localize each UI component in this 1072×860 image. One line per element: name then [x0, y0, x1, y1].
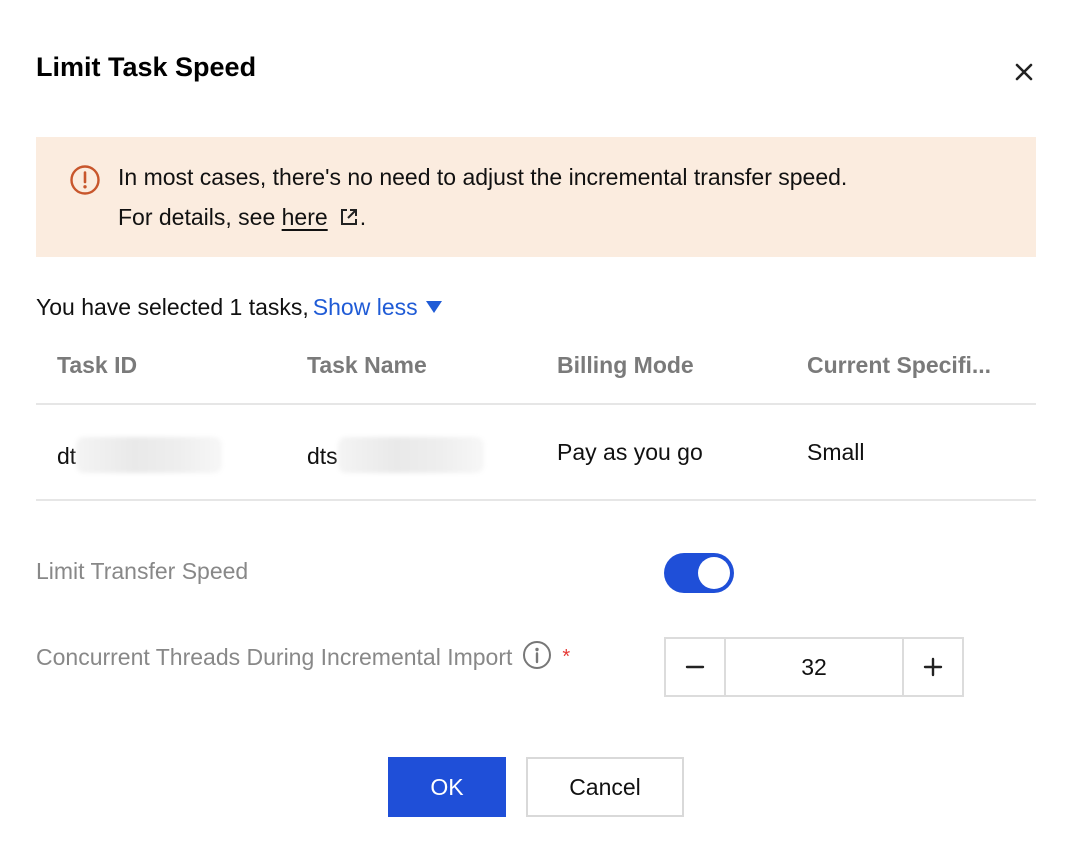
column-header-task-id: Task ID: [57, 352, 138, 378]
task-name-value: dts: [307, 443, 338, 469]
concurrent-threads-label: Concurrent Threads During Incremental Im…: [36, 644, 513, 670]
limit-task-speed-dialog: Limit Task Speed In most cases, there's …: [0, 0, 1072, 860]
column-header-current-specification: Current Specifi...: [807, 352, 992, 378]
alert-details: For details, see here.: [118, 202, 366, 232]
decrement-button[interactable]: [666, 639, 726, 695]
required-mark: *: [562, 646, 571, 668]
redacted-task-id: [76, 437, 223, 473]
show-less-link[interactable]: Show less: [313, 294, 418, 320]
increment-button[interactable]: [902, 639, 962, 695]
dialog-title: Limit Task Speed: [36, 52, 257, 82]
task-id-value: dt: [57, 443, 77, 469]
selection-summary: You have selected 1 tasks,: [36, 294, 309, 320]
specification-cell: Small: [807, 439, 865, 465]
table-header-divider: [36, 403, 1036, 405]
alert-details-prefix: For details, see: [118, 204, 282, 230]
concurrent-threads-stepper: [664, 637, 964, 697]
billing-mode-cell: Pay as you go: [557, 439, 703, 465]
external-link-icon[interactable]: [338, 206, 360, 228]
ok-button[interactable]: OK: [388, 757, 506, 817]
concurrent-threads-label-row: Concurrent Threads During Incremental Im…: [36, 640, 570, 672]
alert-message: In most cases, there's no need to adjust…: [118, 164, 848, 190]
task-id-cell: dt: [57, 437, 223, 473]
warning-circle-icon: [69, 164, 101, 196]
info-icon[interactable]: [522, 640, 552, 670]
concurrent-threads-input[interactable]: [726, 639, 902, 695]
column-header-billing-mode: Billing Mode: [557, 352, 694, 378]
task-name-cell: dts: [307, 437, 484, 473]
toggle-knob: [698, 557, 730, 589]
column-header-task-name: Task Name: [307, 352, 427, 378]
here-link[interactable]: here: [282, 204, 328, 230]
limit-transfer-speed-toggle[interactable]: [664, 553, 734, 593]
alert-details-suffix: .: [359, 204, 367, 230]
table-row-divider: [36, 499, 1036, 501]
caret-down-icon[interactable]: [425, 301, 442, 313]
close-icon[interactable]: [1008, 56, 1040, 88]
limit-transfer-speed-label: Limit Transfer Speed: [36, 558, 249, 584]
selection-summary-row: You have selected 1 tasks, Show less: [36, 292, 442, 322]
cancel-button[interactable]: Cancel: [526, 757, 684, 817]
redacted-task-name: [337, 437, 484, 473]
info-alert: In most cases, there's no need to adjust…: [36, 137, 1036, 257]
